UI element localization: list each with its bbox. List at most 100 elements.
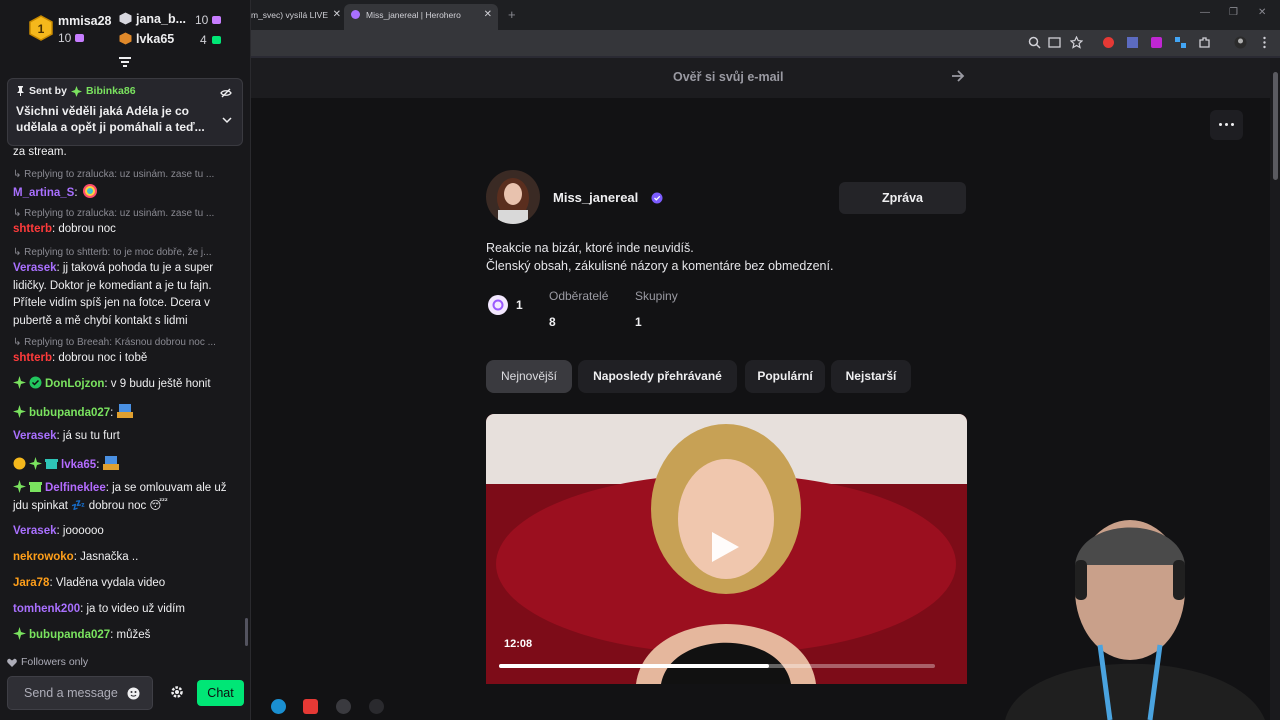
verified-badge-icon — [651, 192, 663, 204]
new-tab-button[interactable]: + — [508, 7, 516, 22]
chat-line: bubupanda027: — [13, 402, 241, 423]
chat-username[interactable]: Delfineklee — [45, 482, 106, 494]
extension-purple-icon[interactable] — [1150, 36, 1163, 49]
sparkle-badge-icon — [13, 405, 26, 418]
pixel-emote-icon — [117, 404, 134, 418]
more-options-button[interactable] — [1210, 110, 1243, 140]
profile-avatar-icon[interactable] — [1234, 36, 1247, 49]
pinned-message[interactable]: Sent by Bibinka86 Všichni věděli jaká Ad… — [7, 78, 243, 146]
arrow-right-icon[interactable] — [951, 69, 965, 83]
chat-scrollbar[interactable] — [245, 618, 248, 646]
gift-badge-icon — [45, 459, 58, 469]
gift-badge-icon — [29, 482, 42, 492]
chat-username[interactable]: nekrowoko — [13, 551, 74, 563]
hide-eye-icon[interactable] — [220, 87, 232, 99]
extension-grid-icon[interactable] — [1174, 36, 1187, 49]
groups-label: Skupiny — [635, 289, 678, 303]
filter-popular[interactable]: Populární — [745, 360, 825, 393]
bio-line: Reakcie na bizár, ktoré inde neuvidíš. — [486, 241, 694, 255]
extensions-puzzle-icon[interactable] — [1198, 36, 1211, 49]
taskbar-chrome-icon[interactable] — [336, 699, 351, 714]
leader-2-name[interactable]: jana_b... — [136, 12, 186, 26]
emote-picker-icon[interactable] — [127, 687, 140, 700]
leader-3-count: 4 — [200, 33, 207, 47]
groups-value: 1 — [635, 315, 642, 329]
chat-line: Verasek: joooooo — [13, 525, 104, 537]
extension-red-icon[interactable] — [1102, 36, 1115, 49]
chat-username[interactable]: bubupanda027 — [29, 407, 110, 419]
bio-line: Členský obsah, zákulisné názory a koment… — [486, 259, 834, 273]
chat-line: za stream. — [13, 146, 67, 158]
chat-input[interactable]: Send a message — [7, 676, 153, 710]
pinned-sender[interactable]: Bibinka86 — [86, 85, 136, 97]
close-window-icon[interactable]: ✕ — [1258, 7, 1266, 18]
taskbar-youtube-icon[interactable] — [303, 699, 318, 714]
chat-line: M_artina_S: — [13, 182, 241, 203]
chat-username[interactable]: bubupanda027 — [29, 629, 110, 641]
profile-avatar[interactable] — [486, 170, 540, 224]
pin-icon — [17, 86, 24, 96]
video-progress-bar[interactable] — [499, 664, 935, 668]
gem-icon — [212, 16, 221, 24]
extension-blue-icon[interactable] — [1126, 36, 1139, 49]
pixel-emote-icon — [103, 456, 120, 470]
rank-gold-badge-icon — [13, 457, 26, 470]
message-button[interactable]: Zpráva — [839, 182, 966, 214]
minimize-icon[interactable]: — — [1200, 7, 1210, 18]
dot — [1219, 123, 1222, 126]
chat-username[interactable]: DonLojzon — [45, 378, 104, 390]
reply-context[interactable]: ↳ Replying to Breeah: Krásnou dobrou noc… — [13, 337, 241, 348]
sparkle-badge-icon — [70, 85, 82, 97]
chat-username[interactable]: Jara78 — [13, 577, 49, 589]
tab-live-stream[interactable]: m_svec) vysílá LIVE ✕ — [251, 4, 341, 30]
filter-recently-played[interactable]: Naposledy přehrávané — [578, 360, 737, 393]
sparkle-badge-icon — [13, 376, 26, 389]
webcam-overlay — [1005, 520, 1265, 720]
chat-username[interactable]: Verasek — [13, 430, 57, 442]
reply-context[interactable]: ↳ Replying to zralucka: uz usinám. zase … — [13, 169, 241, 180]
filter-oldest[interactable]: Nejstarší — [831, 360, 911, 393]
address-bar[interactable] — [251, 30, 1280, 56]
taskbar-app-icon[interactable] — [271, 699, 286, 714]
gear-icon[interactable] — [170, 685, 184, 699]
scrollbar-thumb[interactable] — [1273, 72, 1278, 180]
chat-line: lvka65: — [13, 454, 241, 475]
video-thumbnail[interactable]: 12:08 — [486, 414, 967, 684]
chat-username[interactable]: shtterb — [13, 352, 52, 364]
reply-context[interactable]: ↳ Replying to shtterb: to je moc dobře, … — [13, 247, 241, 258]
chat-username[interactable]: M_artina_S — [13, 187, 74, 199]
leader-3-name[interactable]: lvka65 — [136, 32, 174, 46]
leader-1-name[interactable]: mmisa28 — [58, 14, 112, 28]
reply-context[interactable]: ↳ Replying to zralucka: uz usinám. zase … — [13, 208, 241, 219]
install-app-icon[interactable] — [1048, 36, 1061, 49]
maximize-icon[interactable]: ❐ — [1229, 7, 1238, 18]
chevron-down-icon[interactable] — [222, 115, 232, 125]
chat-panel: 1 mmisa28 10 jana_b... 10 lvka65 4 Sent … — [0, 0, 251, 720]
tab-herohero[interactable]: Miss_janereal | Herohero ✕ — [344, 4, 498, 30]
chat-username[interactable]: lvka65 — [61, 459, 96, 471]
gem-icon — [212, 36, 221, 44]
chat-username[interactable]: tomhenk200 — [13, 603, 80, 615]
svg-text:1: 1 — [38, 22, 45, 36]
collapse-leaderboard-icon[interactable] — [117, 55, 133, 69]
taskbar-tiktok-icon[interactable] — [369, 699, 384, 714]
leader-1-count: 10 — [58, 31, 72, 45]
zoom-icon[interactable] — [1028, 36, 1041, 49]
browser-menu-icon[interactable] — [1258, 36, 1271, 49]
chat-line: nekrowoko: Jasnačka .. — [13, 551, 139, 563]
heart-icon — [7, 658, 17, 667]
filter-newest[interactable]: Nejnovější — [486, 360, 572, 393]
pinned-text: Všichni věděli jaká Adéla je co udělala … — [16, 104, 205, 134]
bookmark-star-icon[interactable] — [1070, 36, 1083, 49]
chat-username[interactable]: shtterb — [13, 223, 52, 235]
close-tab-icon[interactable]: ✕ — [333, 4, 341, 26]
play-icon[interactable] — [710, 531, 740, 563]
chat-username[interactable]: Verasek — [13, 262, 57, 274]
verified-badge-icon — [29, 376, 42, 389]
profile-name: Miss_janereal — [553, 190, 639, 205]
close-tab-icon[interactable]: ✕ — [484, 4, 492, 26]
verify-email-banner[interactable]: Ověř si svůj e-mail — [251, 58, 1270, 98]
chat-send-button[interactable]: Chat — [197, 680, 244, 706]
chat-line: shtterb: dobrou noc — [13, 223, 116, 235]
chat-username[interactable]: Verasek — [13, 525, 57, 537]
